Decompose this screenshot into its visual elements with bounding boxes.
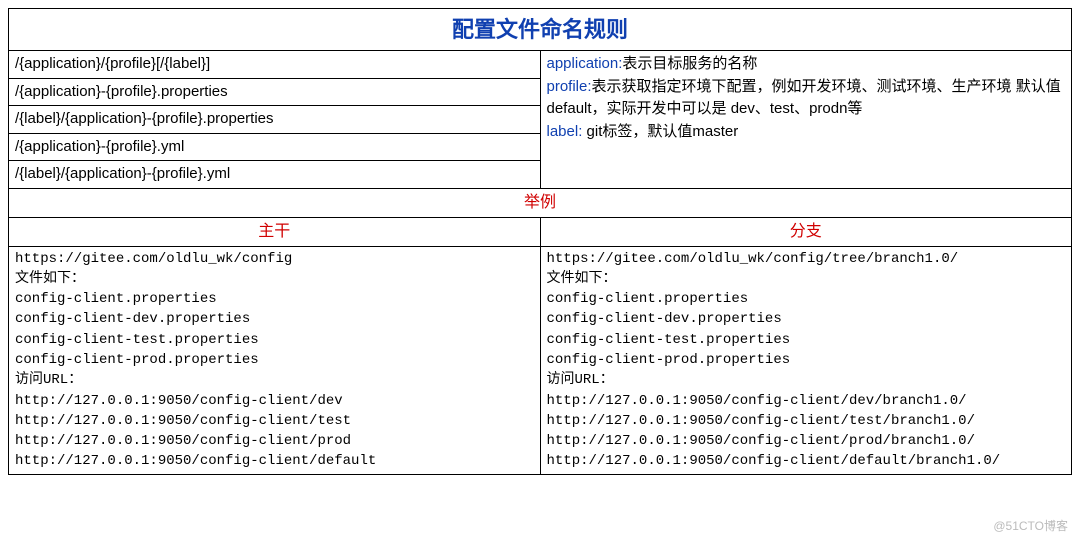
text-label: git标签，默认值master: [582, 123, 738, 140]
text-application: 表示目标服务的名称: [622, 55, 757, 72]
trunk-header: 主干: [9, 217, 541, 246]
text-profile: 表示获取指定环境下配置，例如开发环境、测试环境、生产环境 默认值default，…: [547, 78, 1061, 118]
pattern-cell: /{label}/{application}-{profile}.yml: [9, 161, 541, 189]
config-naming-table: 配置文件命名规则 /{application}/{profile}[/{labe…: [8, 8, 1072, 475]
branch-header: 分支: [540, 217, 1072, 246]
term-profile: profile:: [547, 78, 592, 95]
term-application: application:: [547, 55, 623, 72]
term-label: label:: [547, 123, 583, 140]
pattern-cell: /{application}-{profile}.properties: [9, 78, 541, 106]
description-cell: application:表示目标服务的名称 profile:表示获取指定环境下配…: [540, 51, 1072, 189]
watermark: @51CTO博客: [993, 517, 1068, 534]
trunk-body: https://gitee.com/oldlu_wk/config 文件如下： …: [9, 246, 541, 474]
pattern-cell: /{application}/{profile}[/{label}]: [9, 51, 541, 79]
branch-body: https://gitee.com/oldlu_wk/config/tree/b…: [540, 246, 1072, 474]
example-header: 举例: [9, 188, 1072, 217]
pattern-cell: /{application}-{profile}.yml: [9, 133, 541, 161]
pattern-cell: /{label}/{application}-{profile}.propert…: [9, 106, 541, 134]
table-title: 配置文件命名规则: [9, 9, 1072, 51]
